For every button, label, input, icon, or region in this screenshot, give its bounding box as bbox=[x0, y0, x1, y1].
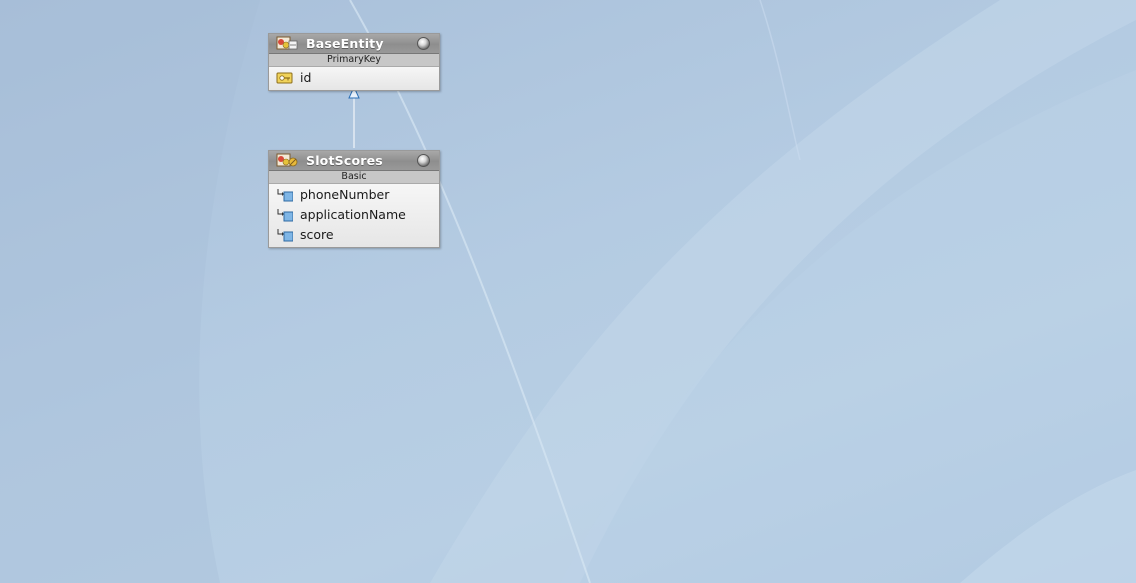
attribute-label: applicationName bbox=[300, 207, 406, 222]
diagram-canvas[interactable]: BaseEntity PrimaryKey id SlotScores Basi… bbox=[0, 0, 1136, 583]
attribute-label: score bbox=[300, 227, 334, 242]
entity-slot-scores[interactable]: SlotScores Basic phoneNumber application bbox=[268, 150, 440, 248]
primary-key-icon bbox=[276, 72, 293, 84]
attribute-row[interactable]: phoneNumber bbox=[269, 185, 439, 205]
basic-attribute-icon bbox=[277, 229, 293, 242]
background-swirls bbox=[0, 0, 1136, 583]
entity-header[interactable]: BaseEntity bbox=[269, 34, 439, 54]
attribute-label: id bbox=[300, 70, 312, 85]
entity-header[interactable]: SlotScores bbox=[269, 151, 439, 171]
entity-stereotype: Basic bbox=[269, 171, 439, 184]
basic-attribute-icon bbox=[277, 189, 293, 202]
collapse-button[interactable] bbox=[417, 37, 430, 50]
entity-base-entity[interactable]: BaseEntity PrimaryKey id bbox=[268, 33, 440, 91]
attribute-row[interactable]: applicationName bbox=[269, 205, 439, 225]
collapse-button[interactable] bbox=[417, 154, 430, 167]
attribute-label: phoneNumber bbox=[300, 187, 390, 202]
attribute-row[interactable]: id bbox=[269, 68, 439, 88]
entity-stereotype: PrimaryKey bbox=[269, 54, 439, 67]
mapped-superclass-icon bbox=[276, 36, 298, 50]
entity-icon bbox=[276, 153, 298, 167]
basic-attribute-icon bbox=[277, 209, 293, 222]
attribute-list: phoneNumber applicationName score bbox=[269, 184, 439, 247]
attribute-list: id bbox=[269, 67, 439, 90]
attribute-row[interactable]: score bbox=[269, 225, 439, 245]
entity-title: BaseEntity bbox=[306, 36, 384, 51]
entity-title: SlotScores bbox=[306, 153, 383, 168]
